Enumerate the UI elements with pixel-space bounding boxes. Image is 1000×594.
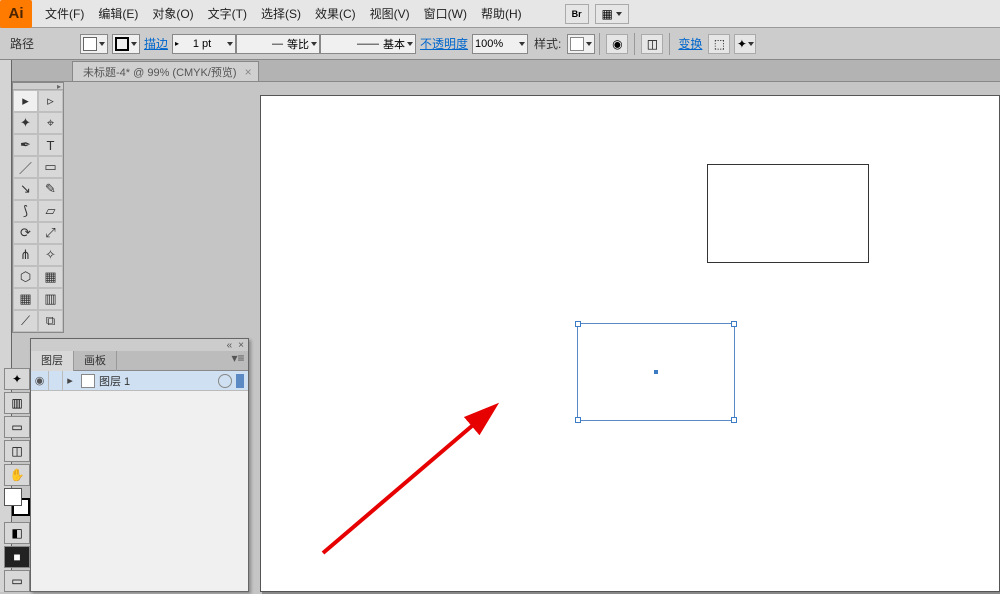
scale-tool[interactable]: ⤢ (38, 222, 63, 244)
layer-row[interactable]: ◉ ▸ 图层 1 (31, 371, 248, 391)
direct-selection-tool[interactable]: ▹ (38, 90, 63, 112)
recolor-button[interactable]: ◉ (606, 34, 628, 54)
blob-brush-tool[interactable]: ⟆ (13, 200, 38, 222)
rectangle-tool[interactable]: ▭ (38, 156, 63, 178)
document-tabbar: 未标题-4* @ 99% (CMYK/预览) × (12, 60, 1000, 82)
selection-mode-label: 路径 (10, 35, 34, 52)
hand-tool[interactable]: ✋ (4, 464, 30, 486)
draw-mode-button[interactable]: ■ (4, 546, 30, 568)
toolbox: ▸ ▸▹ ✦⌖ ✒T ／▭ ↘✎ ⟆▱ ⟳⤢ ⋔✧ ⬡▦ ▦▥ ⟋⧉ (12, 82, 64, 333)
toolbox-lower: ✦ ▥ ▭ ◫ ✋ ◧ ■ ▭ (4, 368, 30, 594)
rectangle-object-2-selected[interactable] (577, 323, 735, 421)
paintbrush-tool[interactable]: ↘ (13, 178, 38, 200)
blend-tool[interactable]: ⧉ (38, 310, 63, 332)
panel-collapse-icon[interactable]: « (227, 340, 233, 351)
tab-layers[interactable]: 图层 (31, 351, 74, 371)
panel-close-icon[interactable]: × (238, 340, 244, 351)
selection-tool[interactable]: ▸ (13, 90, 38, 112)
transform-icon-2[interactable]: ✦ (734, 34, 756, 54)
app-logo: Ai (0, 0, 32, 28)
rotate-tool[interactable]: ⟳ (13, 222, 38, 244)
menu-view[interactable]: 视图(V) (363, 0, 417, 28)
free-transform-tool[interactable]: ✧ (38, 244, 63, 266)
target-icon[interactable] (218, 374, 232, 388)
color-mode-button[interactable]: ◧ (4, 522, 30, 544)
perspective-tool[interactable]: ▦ (38, 266, 63, 288)
slice-tool[interactable]: ◫ (4, 440, 30, 462)
transform-icon-1[interactable]: ⬚ (708, 34, 730, 54)
pen-tool[interactable]: ✒ (13, 134, 38, 156)
opacity-value: 100% (475, 38, 503, 50)
lock-toggle[interactable] (49, 371, 63, 391)
fill-swatch[interactable] (80, 34, 108, 54)
variable-width-value: 等比 (287, 36, 309, 52)
layer-thumbnail (81, 374, 95, 388)
symbol-tool[interactable]: ✦ (4, 368, 30, 390)
stroke-weight-input[interactable]: ▸1 pt (172, 34, 236, 54)
opacity-input[interactable]: 100% (472, 34, 528, 54)
selection-handle[interactable] (575, 321, 581, 327)
visibility-toggle[interactable]: ◉ (31, 371, 49, 391)
style-swatch[interactable] (567, 34, 595, 54)
arrange-button[interactable]: ▦ (595, 4, 629, 24)
menu-object[interactable]: 对象(O) (145, 0, 200, 28)
opacity-link[interactable]: 不透明度 (420, 35, 468, 52)
style-label: 样式: (534, 35, 561, 52)
shape-builder-tool[interactable]: ⬡ (13, 266, 38, 288)
menu-bar: Ai 文件(F) 编辑(E) 对象(O) 文字(T) 选择(S) 效果(C) 视… (0, 0, 1000, 28)
control-bar: 路径 描边 ▸1 pt — 等比 —— 基本 不透明度 100% 样式: ◉ ◫… (0, 28, 1000, 60)
layers-panel: «× 图层 画板 ▾≡ ◉ ▸ 图层 1 (30, 338, 249, 592)
brush-def-input[interactable]: —— 基本 (320, 34, 416, 54)
artboard[interactable] (260, 95, 1000, 592)
selection-center (654, 370, 658, 374)
pencil-tool[interactable]: ✎ (38, 178, 63, 200)
gradient-tool[interactable]: ▥ (38, 288, 63, 310)
transform-link[interactable]: 变换 (678, 35, 702, 52)
width-tool[interactable]: ⋔ (13, 244, 38, 266)
eyedropper-tool[interactable]: ⟋ (13, 310, 38, 332)
brush-def-value: 基本 (383, 36, 405, 52)
variable-width-input[interactable]: — 等比 (236, 34, 320, 54)
menu-help[interactable]: 帮助(H) (474, 0, 529, 28)
stroke-swatch[interactable] (112, 34, 140, 54)
selection-color-indicator (236, 374, 244, 388)
fill-stroke-indicator[interactable] (4, 488, 30, 516)
menu-file[interactable]: 文件(F) (38, 0, 91, 28)
graph-tool[interactable]: ▥ (4, 392, 30, 414)
rectangle-object-1[interactable] (707, 164, 869, 263)
selection-handle[interactable] (731, 321, 737, 327)
tab-artboards[interactable]: 画板 (74, 351, 117, 371)
document-tab[interactable]: 未标题-4* @ 99% (CMYK/预览) × (72, 61, 259, 81)
panel-tabs: 图层 画板 ▾≡ (31, 351, 248, 371)
eraser-tool[interactable]: ▱ (38, 200, 63, 222)
fill-indicator[interactable] (4, 488, 22, 506)
panel-menu-icon[interactable]: ▾≡ (228, 351, 248, 370)
panel-titlebar[interactable]: «× (31, 339, 248, 351)
mesh-tool[interactable]: ▦ (13, 288, 38, 310)
document-tab-title: 未标题-4* @ 99% (CMYK/预览) (83, 64, 237, 80)
menu-type[interactable]: 文字(T) (201, 0, 254, 28)
bridge-button[interactable]: Br (565, 4, 589, 24)
artboard-tool[interactable]: ▭ (4, 416, 30, 438)
type-tool[interactable]: T (38, 134, 63, 156)
align-button[interactable]: ◫ (641, 34, 663, 54)
annotation-arrow (313, 398, 503, 563)
selection-handle[interactable] (575, 417, 581, 423)
magic-wand-tool[interactable]: ✦ (13, 112, 38, 134)
menu-window[interactable]: 窗口(W) (417, 0, 474, 28)
selection-handle[interactable] (731, 417, 737, 423)
layer-name[interactable]: 图层 1 (99, 373, 218, 389)
layers-list: ◉ ▸ 图层 1 (31, 371, 248, 591)
stroke-weight-value: 1 pt (193, 38, 211, 50)
screen-mode-button[interactable]: ▭ (4, 570, 30, 592)
close-tab-icon[interactable]: × (245, 65, 252, 79)
expand-layer-icon[interactable]: ▸ (63, 374, 77, 387)
line-tool[interactable]: ／ (13, 156, 38, 178)
menu-select[interactable]: 选择(S) (254, 0, 308, 28)
toolbox-grip[interactable]: ▸ (13, 83, 63, 90)
stroke-link[interactable]: 描边 (144, 35, 168, 52)
menu-edit[interactable]: 编辑(E) (91, 0, 145, 28)
lasso-tool[interactable]: ⌖ (38, 112, 63, 134)
menu-effect[interactable]: 效果(C) (308, 0, 363, 28)
